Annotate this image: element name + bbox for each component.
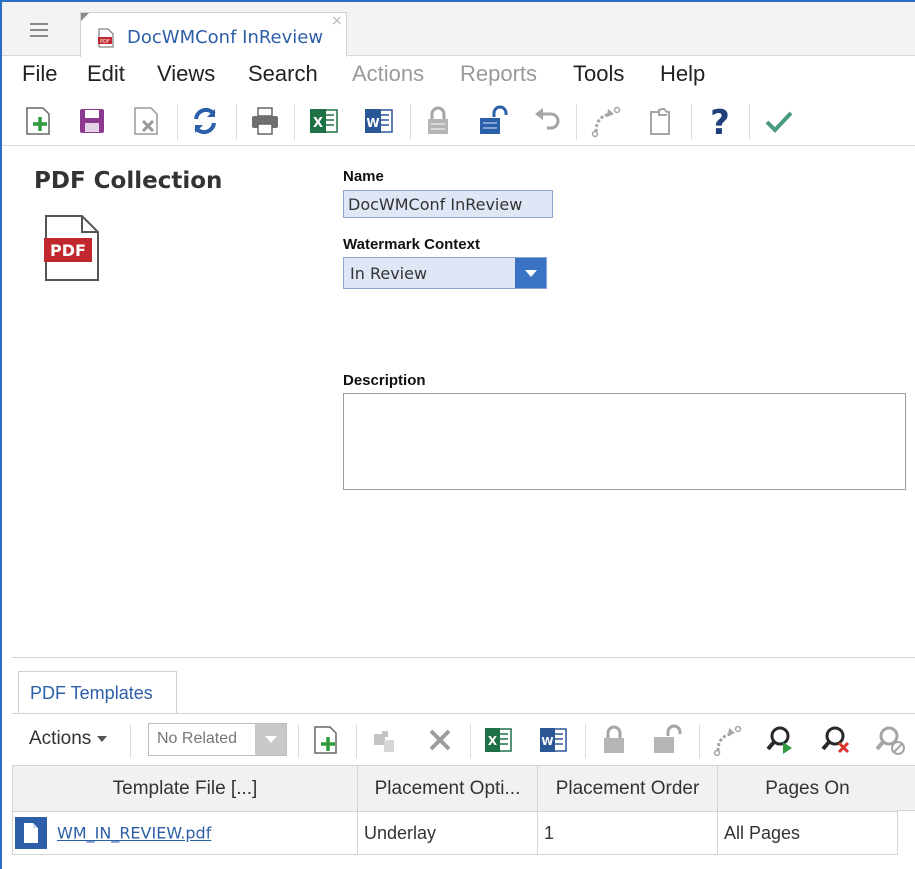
menu-reports[interactable]: Reports	[460, 61, 537, 87]
done-icon[interactable]	[762, 104, 796, 138]
svg-text:PDF: PDF	[100, 39, 110, 45]
document-tab[interactable]: PDF DocWMConf InReview ×	[80, 12, 347, 57]
menu-bar: File Edit Views Search Actions Reports T…	[2, 57, 915, 95]
watermark-context-label: Watermark Context	[343, 236, 480, 253]
actions-dropdown[interactable]: Actions	[29, 728, 107, 750]
svg-text:?: ?	[710, 104, 730, 138]
save-icon[interactable]	[75, 104, 109, 138]
watermark-context-value: In Review	[350, 264, 428, 283]
excel-icon[interactable]: X	[483, 724, 515, 756]
chevron-down-icon[interactable]	[515, 258, 546, 288]
description-textarea[interactable]	[343, 393, 906, 490]
related-select-value: No Related	[157, 730, 238, 747]
toolbar-separator	[298, 724, 299, 758]
svg-text:X: X	[488, 734, 498, 748]
svg-text:X: X	[313, 116, 323, 131]
menu-tools[interactable]: Tools	[573, 61, 624, 87]
promote-icon[interactable]	[711, 724, 743, 757]
add-template-icon[interactable]	[311, 724, 343, 756]
toolbar-separator	[130, 724, 131, 758]
pdf-file-icon: PDF	[98, 28, 114, 48]
pdf-badge-text: PDF	[50, 241, 86, 260]
remove-icon[interactable]	[424, 724, 456, 756]
placement-option-cell: Underlay	[357, 811, 538, 855]
tab-corner-marker	[81, 13, 89, 21]
hamburger-menu-icon[interactable]	[30, 23, 48, 37]
template-file-link[interactable]: WM_IN_REVIEW.pdf	[57, 824, 211, 843]
close-tab-icon[interactable]: ×	[331, 13, 343, 29]
search-clear-icon[interactable]	[820, 724, 852, 756]
grid-header-filler	[897, 765, 915, 811]
column-header-template-file[interactable]: Template File [...]	[12, 765, 358, 812]
toolbar-separator	[410, 104, 411, 140]
word-icon[interactable]: W	[538, 724, 570, 756]
table-row[interactable]: WM_IN_REVIEW.pdf Underlay 1 All Pages	[12, 811, 898, 855]
column-header-placement-order[interactable]: Placement Order	[537, 765, 718, 812]
column-header-placement-option[interactable]: Placement Opti...	[357, 765, 538, 812]
unlock-icon[interactable]	[476, 104, 510, 138]
toolbar-separator	[749, 104, 750, 140]
word-icon[interactable]: W	[362, 104, 396, 138]
watermark-context-select[interactable]: In Review	[343, 257, 547, 289]
toolbar-separator	[177, 104, 178, 140]
search-disabled-icon[interactable]	[874, 724, 906, 756]
excel-icon[interactable]: X	[307, 104, 341, 138]
promote-icon[interactable]	[588, 104, 622, 138]
refresh-icon[interactable]	[188, 104, 222, 138]
document-tab-title: DocWMConf InReview	[127, 27, 324, 48]
link-pieces-icon[interactable]	[368, 724, 400, 756]
name-label: Name	[343, 168, 384, 185]
menu-edit[interactable]: Edit	[87, 61, 125, 87]
help-icon[interactable]: ?	[703, 103, 737, 143]
column-header-pages-on[interactable]: Pages On	[717, 765, 898, 812]
delete-icon[interactable]	[130, 104, 164, 138]
search-go-icon[interactable]	[764, 724, 796, 756]
svg-text:W: W	[541, 735, 553, 748]
new-icon[interactable]	[22, 104, 56, 138]
lock-icon[interactable]	[421, 104, 455, 138]
main-toolbar: X W ?	[2, 96, 915, 146]
toolbar-separator	[576, 104, 577, 140]
menu-views[interactable]: Views	[157, 61, 215, 87]
undo-icon[interactable]	[530, 104, 564, 138]
svg-text:W: W	[366, 116, 379, 130]
unlock-icon[interactable]	[651, 724, 683, 756]
tab-pdf-templates[interactable]: PDF Templates	[18, 671, 177, 714]
template-file-cell: WM_IN_REVIEW.pdf	[12, 811, 358, 855]
subpanel-toolbar: Actions No Related X W	[12, 714, 915, 765]
pages-on-cell: All Pages	[717, 811, 898, 855]
menu-help[interactable]: Help	[660, 61, 705, 87]
pdf-collection-icon: PDF	[44, 215, 99, 281]
menu-file[interactable]: File	[22, 61, 57, 87]
document-icon	[15, 817, 47, 849]
menu-actions[interactable]: Actions	[352, 61, 424, 87]
templates-grid: Template File [...] Placement Opti... Pl…	[12, 765, 898, 855]
toolbar-separator	[356, 724, 357, 758]
tab-strip: PDF DocWMConf InReview ×	[2, 2, 915, 57]
copy-icon[interactable]	[643, 104, 677, 138]
toolbar-separator	[691, 104, 692, 140]
toolbar-separator	[699, 724, 700, 758]
chevron-down-icon[interactable]	[255, 724, 286, 755]
print-icon[interactable]	[248, 104, 282, 138]
placement-order-cell: 1	[537, 811, 718, 855]
toolbar-separator	[470, 724, 471, 758]
name-field[interactable]: DocWMConf InReview	[343, 190, 553, 218]
collection-title: PDF Collection	[34, 168, 223, 194]
toolbar-separator	[236, 104, 237, 140]
toolbar-separator	[585, 724, 586, 758]
description-label: Description	[343, 372, 426, 389]
section-divider	[12, 657, 915, 658]
menu-search[interactable]: Search	[248, 61, 318, 87]
tab-pdf-templates-label: PDF Templates	[30, 683, 153, 703]
toolbar-separator	[294, 104, 295, 140]
lock-icon[interactable]	[598, 724, 630, 756]
related-select[interactable]: No Related	[148, 723, 287, 756]
